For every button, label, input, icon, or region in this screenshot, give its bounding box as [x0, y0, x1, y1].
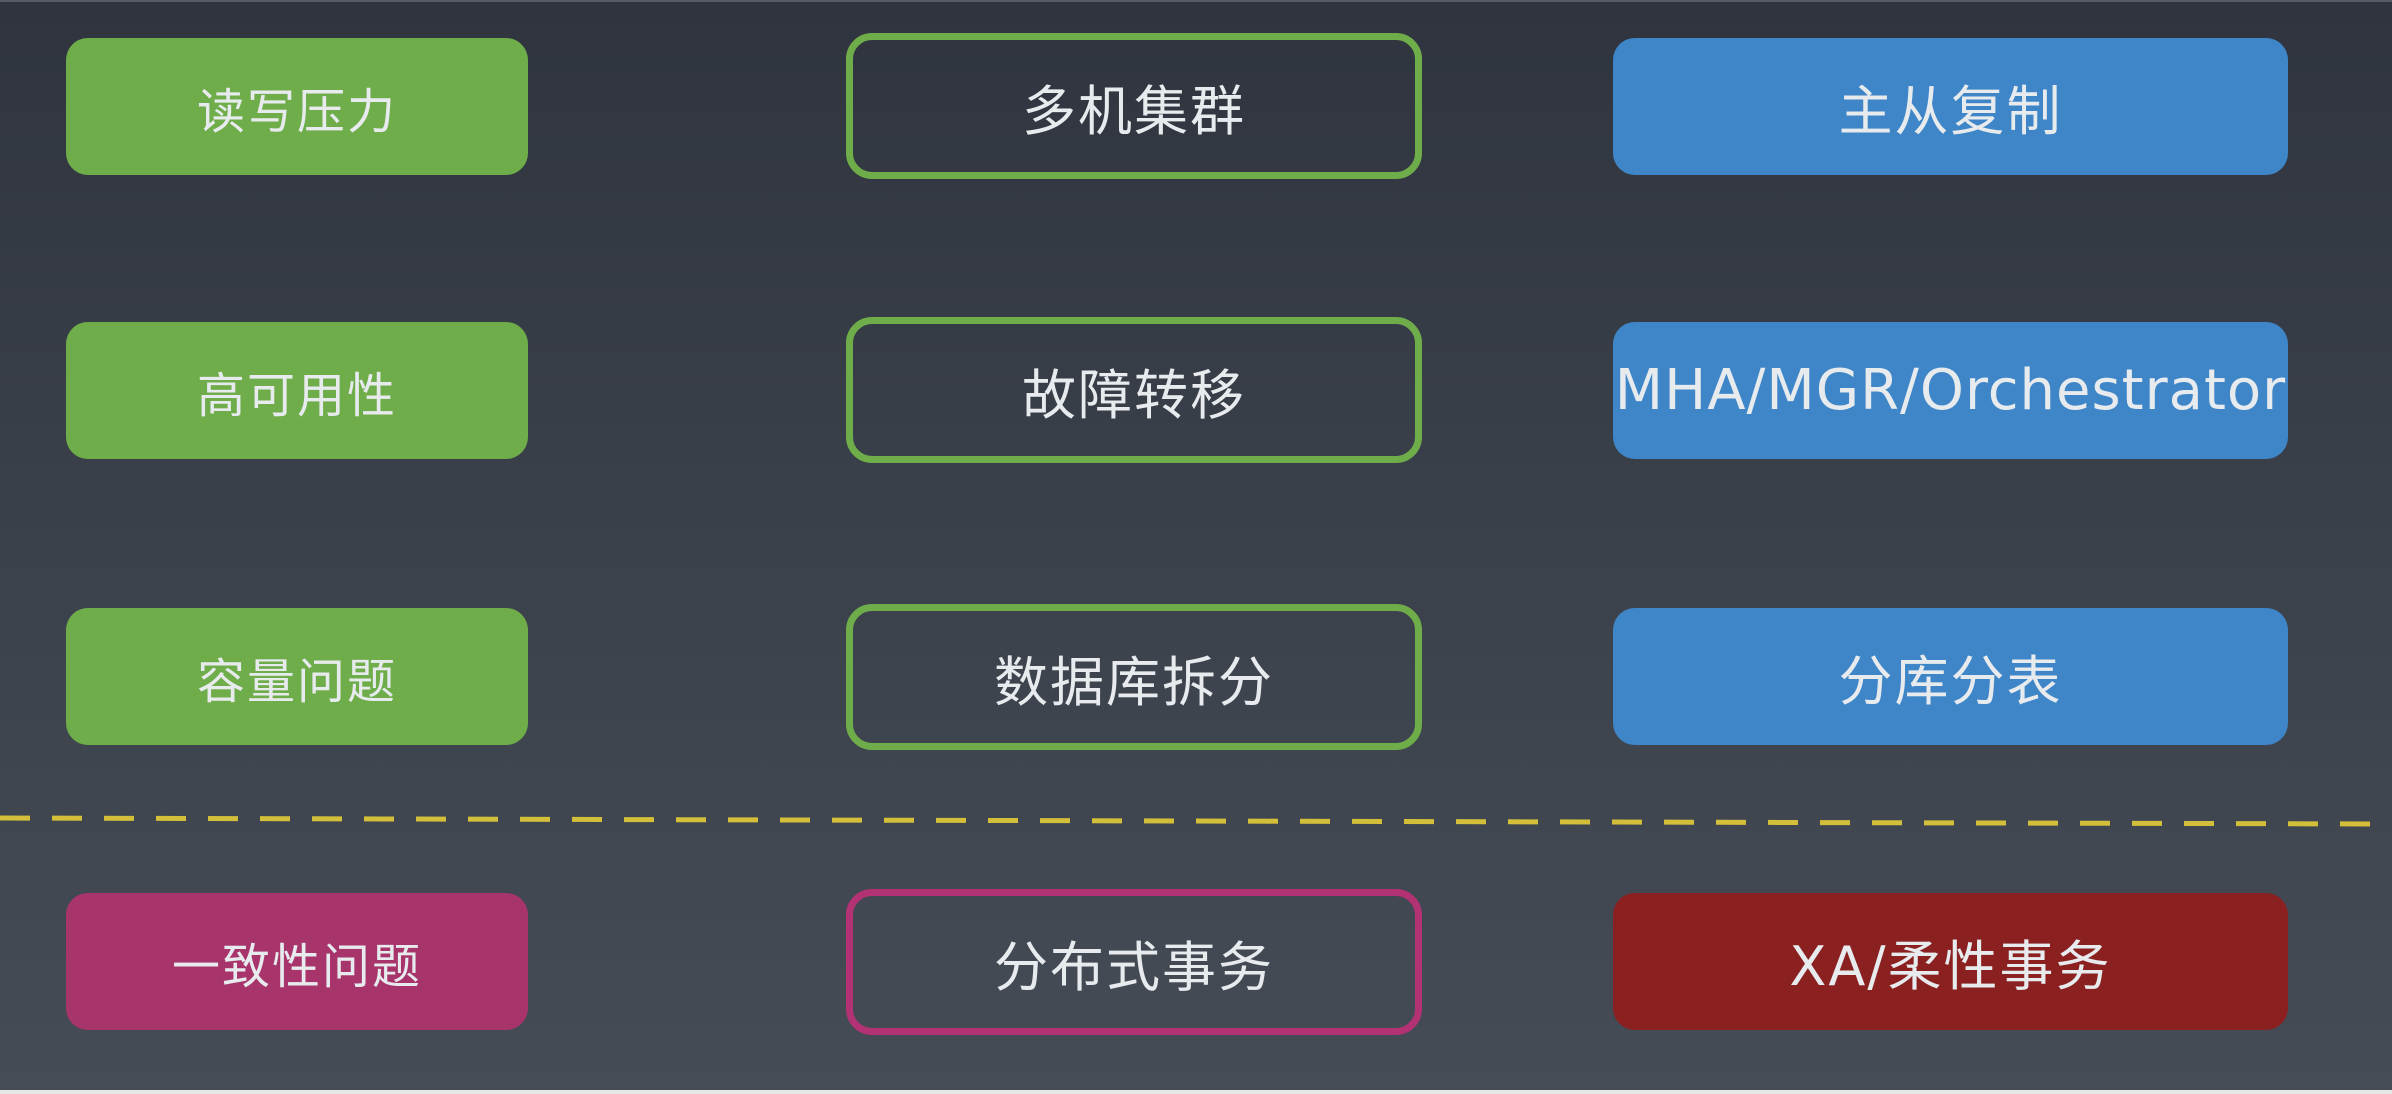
dashed-divider — [0, 815, 2392, 827]
problem-label: 读写压力 — [196, 83, 397, 140]
approach-label: 分布式事务 — [994, 935, 1274, 999]
approach-label: 数据库拆分 — [994, 650, 1274, 714]
problem-box-read-write-pressure: 读写压力 — [66, 38, 528, 175]
top-edge — [0, 0, 2392, 2]
problem-label: 一致性问题 — [171, 938, 422, 995]
approach-box-failover: 故障转移 — [846, 317, 1422, 463]
solution-label: 分库分表 — [1838, 650, 2063, 713]
solution-box-master-slave-replication: 主从复制 — [1613, 38, 2288, 175]
solution-box-sharding: 分库分表 — [1613, 608, 2288, 745]
solution-label: 主从复制 — [1838, 80, 2063, 143]
solution-box-xa-flexible-transaction: XA/柔性事务 — [1613, 893, 2288, 1030]
problem-box-consistency: 一致性问题 — [66, 893, 528, 1030]
problem-box-capacity: 容量问题 — [66, 608, 528, 745]
approach-box-multi-machine-cluster: 多机集群 — [846, 33, 1422, 179]
approach-box-database-split: 数据库拆分 — [846, 604, 1422, 750]
solution-label: MHA/MGR/Orchestrator — [1614, 358, 2287, 423]
diagram: 读写压力 多机集群 主从复制 高可用性 故障转移 MHA/MGR/Orchest… — [0, 0, 2392, 1094]
approach-label: 故障转移 — [1022, 363, 1246, 427]
bottom-edge — [0, 1090, 2392, 1094]
solution-box-mha-mgr-orchestrator: MHA/MGR/Orchestrator — [1613, 322, 2288, 459]
problem-label: 容量问题 — [196, 653, 397, 710]
approach-label: 多机集群 — [1022, 79, 1246, 143]
solution-label: XA/柔性事务 — [1789, 935, 2112, 998]
problem-box-high-availability: 高可用性 — [66, 322, 528, 459]
problem-label: 高可用性 — [196, 367, 397, 424]
approach-box-distributed-transaction: 分布式事务 — [846, 889, 1422, 1035]
